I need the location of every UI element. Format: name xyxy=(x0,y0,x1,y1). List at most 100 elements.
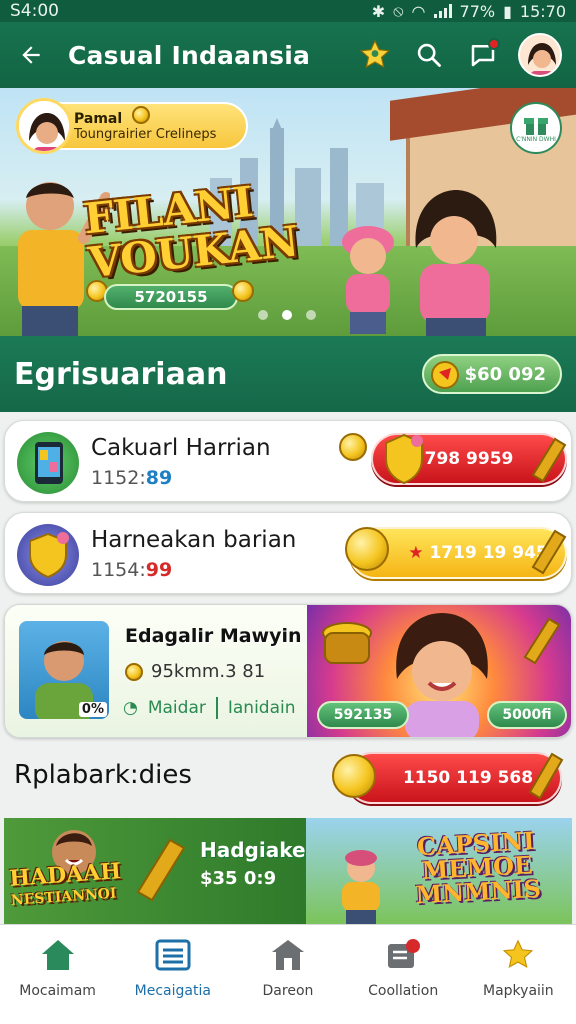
list-item[interactable]: Cakuarl Harrian 1152:89 798 9959 xyxy=(4,420,572,502)
balance-pill[interactable]: $60 092 xyxy=(422,354,562,394)
row-accent-value: 89 xyxy=(145,467,173,489)
gold-bar-icon xyxy=(531,529,567,575)
feature-player-photo: 0% xyxy=(19,621,109,719)
feature-info-panel: 0% Edagalir Mawyin 95kmm.3 81 ◔ Maidar I… xyxy=(5,605,307,737)
hero-badge-text: C'NNIN DWHI xyxy=(516,135,556,143)
gold-bar-icon xyxy=(523,617,561,665)
list-icon xyxy=(153,935,193,975)
row-title: Cakuarl Harrian xyxy=(91,435,271,461)
row-accent-value: 99 xyxy=(145,559,173,581)
hero-user-name: Pamal xyxy=(74,110,123,127)
clock-text: 15:70 xyxy=(519,1,566,21)
nav-label: Coollation xyxy=(368,983,439,999)
hero-game-title: FILANI VOUKAN xyxy=(82,177,301,287)
carousel-dot[interactable] xyxy=(258,310,268,320)
gold-bar-icon xyxy=(136,838,186,902)
feature-meta: ◔ Maidar Ianidain xyxy=(123,697,296,719)
home-icon xyxy=(38,935,78,975)
section2-claim-value: 1150 119 568 xyxy=(402,768,534,788)
promo-game-title: HADAAH NESTIANNOI xyxy=(8,858,122,909)
child-character-illustration xyxy=(342,226,394,334)
nav-favorites[interactable]: Mapkyaiin xyxy=(462,935,574,999)
nav-collection[interactable]: Coollation xyxy=(347,935,459,999)
promo-right-title: CAPSINI MEMOE MNMNIS xyxy=(414,825,542,910)
coin-icon xyxy=(232,280,254,302)
signal-icon xyxy=(433,4,452,18)
status-icons: ✱ ⦸ ◠ 77% ▮ 15:70 xyxy=(372,1,566,21)
mute-icon: ⦸ xyxy=(393,1,404,20)
list-item[interactable]: Harneakan barian 1154:99 ★ 1719 19 945 xyxy=(4,512,572,594)
page-title: Casual Indaansia xyxy=(68,40,311,70)
balance-value: $60 092 xyxy=(464,363,546,385)
notification-dot xyxy=(488,38,500,50)
carousel-dot[interactable] xyxy=(306,310,316,320)
row-title: Harneakan barian xyxy=(91,527,297,553)
feature-pill-left[interactable]: 592135 xyxy=(317,701,409,729)
arrow-left-icon xyxy=(22,46,40,64)
promo-price: $35 0:9 xyxy=(200,868,277,889)
search-icon xyxy=(417,43,441,67)
gold-bar-icon xyxy=(531,437,567,483)
feature-meta-left[interactable]: Maidar xyxy=(148,698,206,718)
claim-button-value: 798 9959 xyxy=(424,449,514,469)
coin-icon xyxy=(132,106,150,124)
promo-left-panel[interactable]: HADAAH NESTIANNOI Hadgiake $35 0:9 xyxy=(4,818,306,924)
hero-value-pill[interactable]: 5720155 xyxy=(104,284,238,310)
collection-icon xyxy=(383,935,423,975)
divider xyxy=(215,697,218,719)
bottom-navigation: Mocaimam Mecaigatia Dareon Coollation Ma… xyxy=(0,924,576,1024)
nav-label: Mocaimam xyxy=(19,983,96,999)
nav-home[interactable]: Mocaimam xyxy=(2,935,114,999)
feature-subtitle: 95kmm.3 81 xyxy=(125,661,265,682)
clock-icon: ◔ xyxy=(123,698,138,718)
phone-game-icon xyxy=(17,432,79,494)
nav-label: Dareon xyxy=(262,983,314,999)
star-icon xyxy=(498,935,538,975)
nav-categories[interactable]: Mecaigatia xyxy=(117,935,229,999)
battery-icon: ▮ xyxy=(503,1,512,21)
hero-corner-badge[interactable]: C'NNIN DWHI xyxy=(510,102,562,154)
wifi-icon: ◠ xyxy=(411,1,426,21)
coin-icon xyxy=(345,527,389,571)
status-bar: S4:00 ✱ ⦸ ◠ 77% ▮ 15:70 xyxy=(0,0,576,22)
section-header: Egrisuariaan $60 092 xyxy=(0,336,576,412)
hero-user-chip[interactable]: Pamal Toungrairier Crelineps xyxy=(16,98,248,154)
profile-avatar[interactable] xyxy=(518,33,562,77)
feature-pill-right[interactable]: 5000fi xyxy=(487,701,567,729)
messages-button[interactable] xyxy=(464,36,502,74)
girl-character-illustration xyxy=(415,190,497,336)
avatar-woman-icon xyxy=(19,101,69,151)
star-badge-icon xyxy=(359,39,391,69)
featured-game-card[interactable]: 0% Edagalir Mawyin 95kmm.3 81 ◔ Maidar I… xyxy=(4,604,572,738)
star-icon: ★ xyxy=(408,543,424,563)
row-subtitle: 1154:99 xyxy=(91,559,173,581)
store-icon xyxy=(268,935,308,975)
kids-playing-illustration xyxy=(342,850,380,924)
feature-meta-right[interactable]: Ianidain xyxy=(228,698,296,718)
nav-label: Mecaigatia xyxy=(134,983,211,999)
promo-right-panel[interactable]: CAPSINI MEMOE MNMNIS xyxy=(306,818,572,924)
back-button[interactable] xyxy=(14,38,48,72)
avatar-woman-icon xyxy=(520,35,560,75)
rewards-button[interactable] xyxy=(356,36,394,74)
app-bar: Casual Indaansia xyxy=(0,22,576,88)
promo-strip[interactable]: HADAAH NESTIANNOI Hadgiake $35 0:9 CAPSI… xyxy=(4,818,572,924)
promo-name: Hadgiake xyxy=(200,838,306,862)
shield-badge-icon xyxy=(17,524,79,586)
battery-text: 77% xyxy=(459,1,496,21)
coin-icon xyxy=(332,754,376,798)
row-subtitle: 1152:89 xyxy=(91,467,173,489)
coin-stack-icon xyxy=(431,361,459,389)
bluetooth-icon: ✱ xyxy=(371,1,386,21)
hero-banner[interactable]: Pamal Toungrairier Crelineps C'NNIN DWHI… xyxy=(0,88,576,336)
hero-user-subtitle: Toungrairier Crelineps xyxy=(74,126,217,142)
nav-store[interactable]: Dareon xyxy=(232,935,344,999)
carousel-dot-active[interactable] xyxy=(282,310,292,320)
search-button[interactable] xyxy=(410,36,448,74)
gold-bar-icon xyxy=(528,752,564,800)
coin-icon xyxy=(339,433,367,461)
coin-icon xyxy=(125,662,143,681)
carousel-dots xyxy=(258,310,316,320)
section-title: Egrisuariaan xyxy=(14,356,228,392)
photo-tag: 0% xyxy=(78,702,107,717)
